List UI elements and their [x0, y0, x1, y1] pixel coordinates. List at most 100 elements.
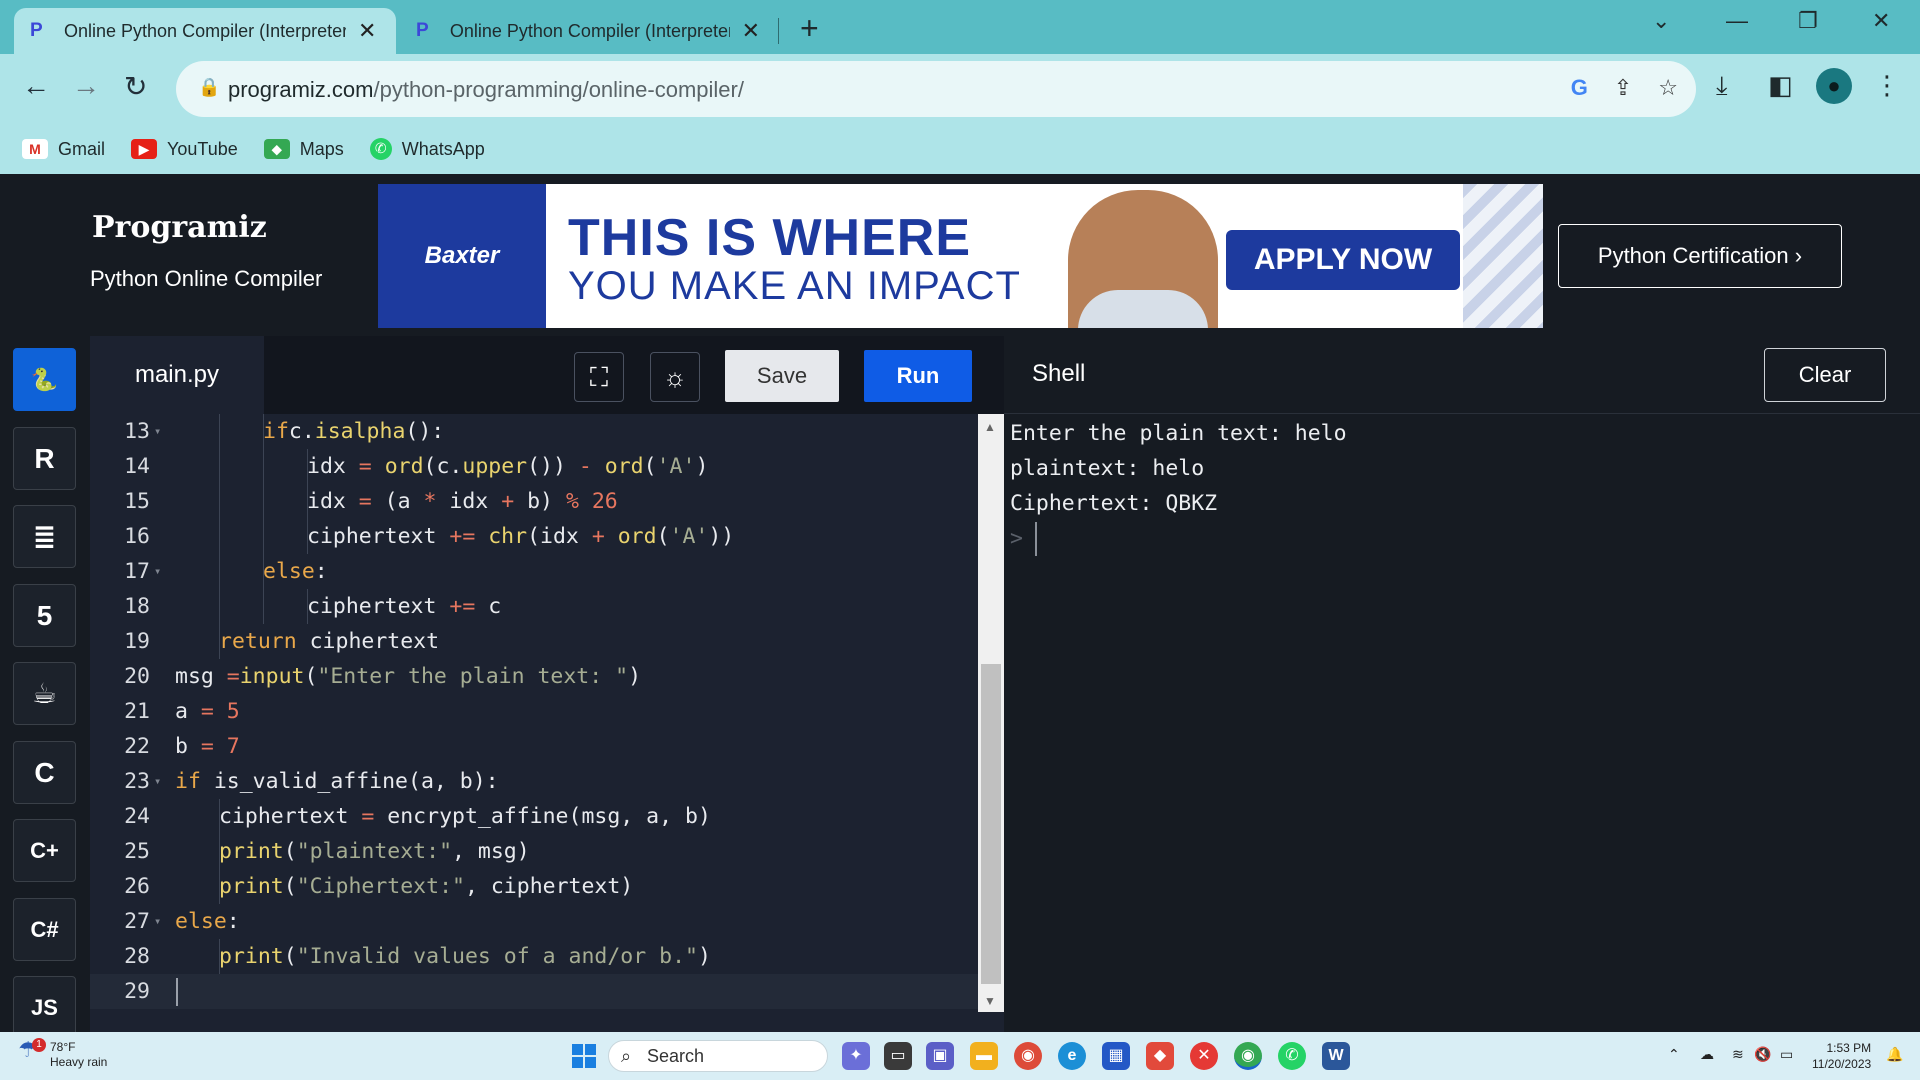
scroll-up-icon[interactable]: ▲ [984, 420, 996, 434]
file-explorer-icon[interactable]: ▬ [970, 1042, 998, 1070]
line-number: 28 [124, 944, 150, 969]
tray-chevron-icon[interactable]: ⌃ [1668, 1046, 1680, 1063]
profile-avatar-icon[interactable]: ● [1816, 68, 1852, 104]
copilot-icon[interactable]: ✦ [842, 1042, 870, 1070]
office-icon[interactable]: ◆ [1146, 1042, 1174, 1070]
task-view-icon[interactable]: ▭ [884, 1042, 912, 1070]
sql-icon[interactable]: ≣ [13, 505, 76, 568]
indent-guide [219, 449, 220, 484]
system-clock[interactable]: 1:53 PM 11/20/2023 [1812, 1040, 1871, 1072]
fold-arrow-icon[interactable]: ▾ [154, 904, 161, 939]
side-panel-icon[interactable]: ◧ [1768, 70, 1793, 101]
reload-icon[interactable]: ↻ [124, 70, 147, 103]
chrome-icon[interactable]: ◉ [1014, 1042, 1042, 1070]
url-text[interactable]: programiz.com/python-programming/online-… [228, 77, 744, 103]
html-icon[interactable]: 5 [13, 583, 76, 647]
notifications-icon[interactable]: 🔔 [1886, 1046, 1903, 1063]
code-line[interactable]: 29 [90, 974, 978, 1009]
scrollbar-thumb[interactable] [981, 664, 1001, 984]
code-line[interactable]: 26 print("Ciphertext:", ciphertext) [90, 869, 978, 904]
c-icon[interactable]: C [13, 740, 76, 804]
browser-tab-active[interactable]: P Online Python Compiler (Interpreter) ✕ [14, 8, 396, 54]
whatsapp-taskbar-icon[interactable]: ✆ [1278, 1042, 1306, 1070]
antivirus-icon[interactable]: ✕ [1190, 1042, 1218, 1070]
bookmark-maps[interactable]: ⬥ Maps [263, 139, 344, 160]
browser-tab-bar: P Online Python Compiler (Interpreter) ✕… [0, 0, 1920, 54]
download-icon[interactable]: ⤓ [1716, 70, 1728, 102]
onedrive-icon[interactable]: ☁ [1700, 1046, 1714, 1063]
fold-arrow-icon[interactable]: ▾ [154, 764, 161, 799]
scroll-down-icon[interactable]: ▼ [984, 994, 996, 1008]
tab-search-chevron-icon[interactable]: ⌄ [1652, 8, 1670, 34]
code-line[interactable]: 17 ▾ else: [90, 554, 978, 589]
code-line[interactable]: 13 ▾ ifc.isalpha(): [90, 414, 978, 449]
menu-kebab-icon[interactable]: ⋮ [1874, 70, 1900, 101]
code-line[interactable]: 23 ▾ if is_valid_affine(a, b): [90, 764, 978, 799]
code-line[interactable]: 28 print("Invalid values of a and/or b.") [90, 939, 978, 974]
microsoft-store-icon[interactable]: ▦ [1102, 1042, 1130, 1070]
whatsapp-icon: ✆ [369, 138, 392, 160]
shell-input-line[interactable]: > [1010, 521, 1347, 556]
r-icon[interactable]: R [13, 426, 76, 490]
code-line[interactable]: 21 a = 5 [90, 694, 978, 729]
shell-output[interactable]: Enter the plain text: helo plaintext: he… [1010, 416, 1347, 556]
python-certification-button[interactable]: Python Certification › [1558, 224, 1842, 288]
volume-muted-icon[interactable]: 🔇 [1754, 1046, 1771, 1063]
java-icon[interactable]: ☕ [13, 662, 76, 725]
run-button[interactable]: Run [864, 350, 972, 402]
code-line[interactable]: 14 idx = ord(c.upper()) - ord('A') [90, 449, 978, 484]
save-button[interactable]: Save [725, 350, 839, 402]
address-bar[interactable]: 🔒 programiz.com/python-programming/onlin… [176, 61, 1696, 117]
code-line[interactable]: 16 ciphertext += chr(idx + ord('A')) [90, 519, 978, 554]
fold-arrow-icon[interactable]: ▾ [154, 554, 161, 589]
teams-chat-icon[interactable]: ▣ [926, 1042, 954, 1070]
code-line[interactable]: 25 print("plaintext:", msg) [90, 834, 978, 869]
new-tab-button[interactable]: + [800, 10, 819, 47]
close-tab-icon[interactable]: ✕ [742, 18, 760, 44]
browser-tab[interactable]: P Online Python Compiler (Interpreter) ✕ [400, 8, 776, 54]
cpp-icon[interactable]: C+ [13, 819, 76, 882]
bookmark-whatsapp[interactable]: ✆ WhatsApp [369, 138, 485, 160]
taskbar-search[interactable]: ⌕ Search [608, 1040, 828, 1072]
code-line[interactable]: 22 b = 7 [90, 729, 978, 764]
js-icon[interactable]: JS [13, 976, 76, 1032]
code-text: ciphertext += chr(idx + ord('A')) [307, 519, 734, 554]
google-lens-icon[interactable]: G [1571, 75, 1588, 101]
minimize-icon[interactable]: — [1726, 8, 1748, 34]
word-icon[interactable]: W [1322, 1042, 1350, 1070]
code-area[interactable]: 13 ▾ ifc.isalpha(): 14 idx = ord(c.upper()) … [90, 414, 978, 1009]
wifi-icon[interactable]: ≋ [1732, 1046, 1744, 1063]
code-line[interactable]: 18 ciphertext += c [90, 589, 978, 624]
code-line[interactable]: 15 idx = (a * idx + b) % 26 [90, 484, 978, 519]
restore-icon[interactable]: ❐ [1798, 8, 1818, 34]
edge-icon[interactable]: e [1058, 1042, 1086, 1070]
code-line[interactable]: 27 ▾ else: [90, 904, 978, 939]
ad-banner[interactable]: Baxter THIS IS WHERE YOU MAKE AN IMPACT … [378, 184, 1543, 328]
clear-button[interactable]: Clear [1764, 348, 1886, 402]
python-icon[interactable]: 🐍 [13, 348, 76, 411]
csharp-icon[interactable]: C# [13, 897, 76, 961]
battery-icon[interactable]: ▭ [1780, 1046, 1793, 1063]
weather-temperature: 78°F [50, 1040, 76, 1054]
ad-apply-button[interactable]: APPLY NOW [1226, 230, 1460, 290]
close-tab-icon[interactable]: ✕ [358, 18, 376, 44]
back-icon[interactable]: ← [22, 70, 50, 102]
windows-start-icon[interactable] [572, 1044, 596, 1068]
close-window-icon[interactable]: ✕ [1872, 8, 1890, 34]
code-line[interactable]: 20 msg =input("Enter the plain text: ") [90, 659, 978, 694]
code-line[interactable]: 19 return ciphertext [90, 624, 978, 659]
bookmark-gmail[interactable]: M Gmail [22, 139, 105, 160]
code-line[interactable]: 24 ciphertext = encrypt_affine(msg, a, b) [90, 799, 978, 834]
file-tab-main[interactable]: main.py [90, 336, 264, 414]
forward-icon[interactable]: → [72, 70, 100, 102]
programiz-logo[interactable]: Programiz [92, 210, 267, 245]
fullscreen-icon[interactable]: ⛶ [574, 352, 624, 402]
share-icon[interactable]: ⇪ [1614, 75, 1632, 101]
editor-scrollbar[interactable]: ▲ ▼ [978, 414, 1004, 1012]
bookmark-youtube[interactable]: ▶ YouTube [131, 139, 238, 160]
chrome-active-icon[interactable]: ◉ [1234, 1042, 1262, 1070]
fold-arrow-icon[interactable]: ▾ [154, 414, 161, 449]
bookmark-star-icon[interactable]: ☆ [1658, 75, 1678, 101]
theme-toggle-sun-icon[interactable]: ☼ [650, 352, 700, 402]
